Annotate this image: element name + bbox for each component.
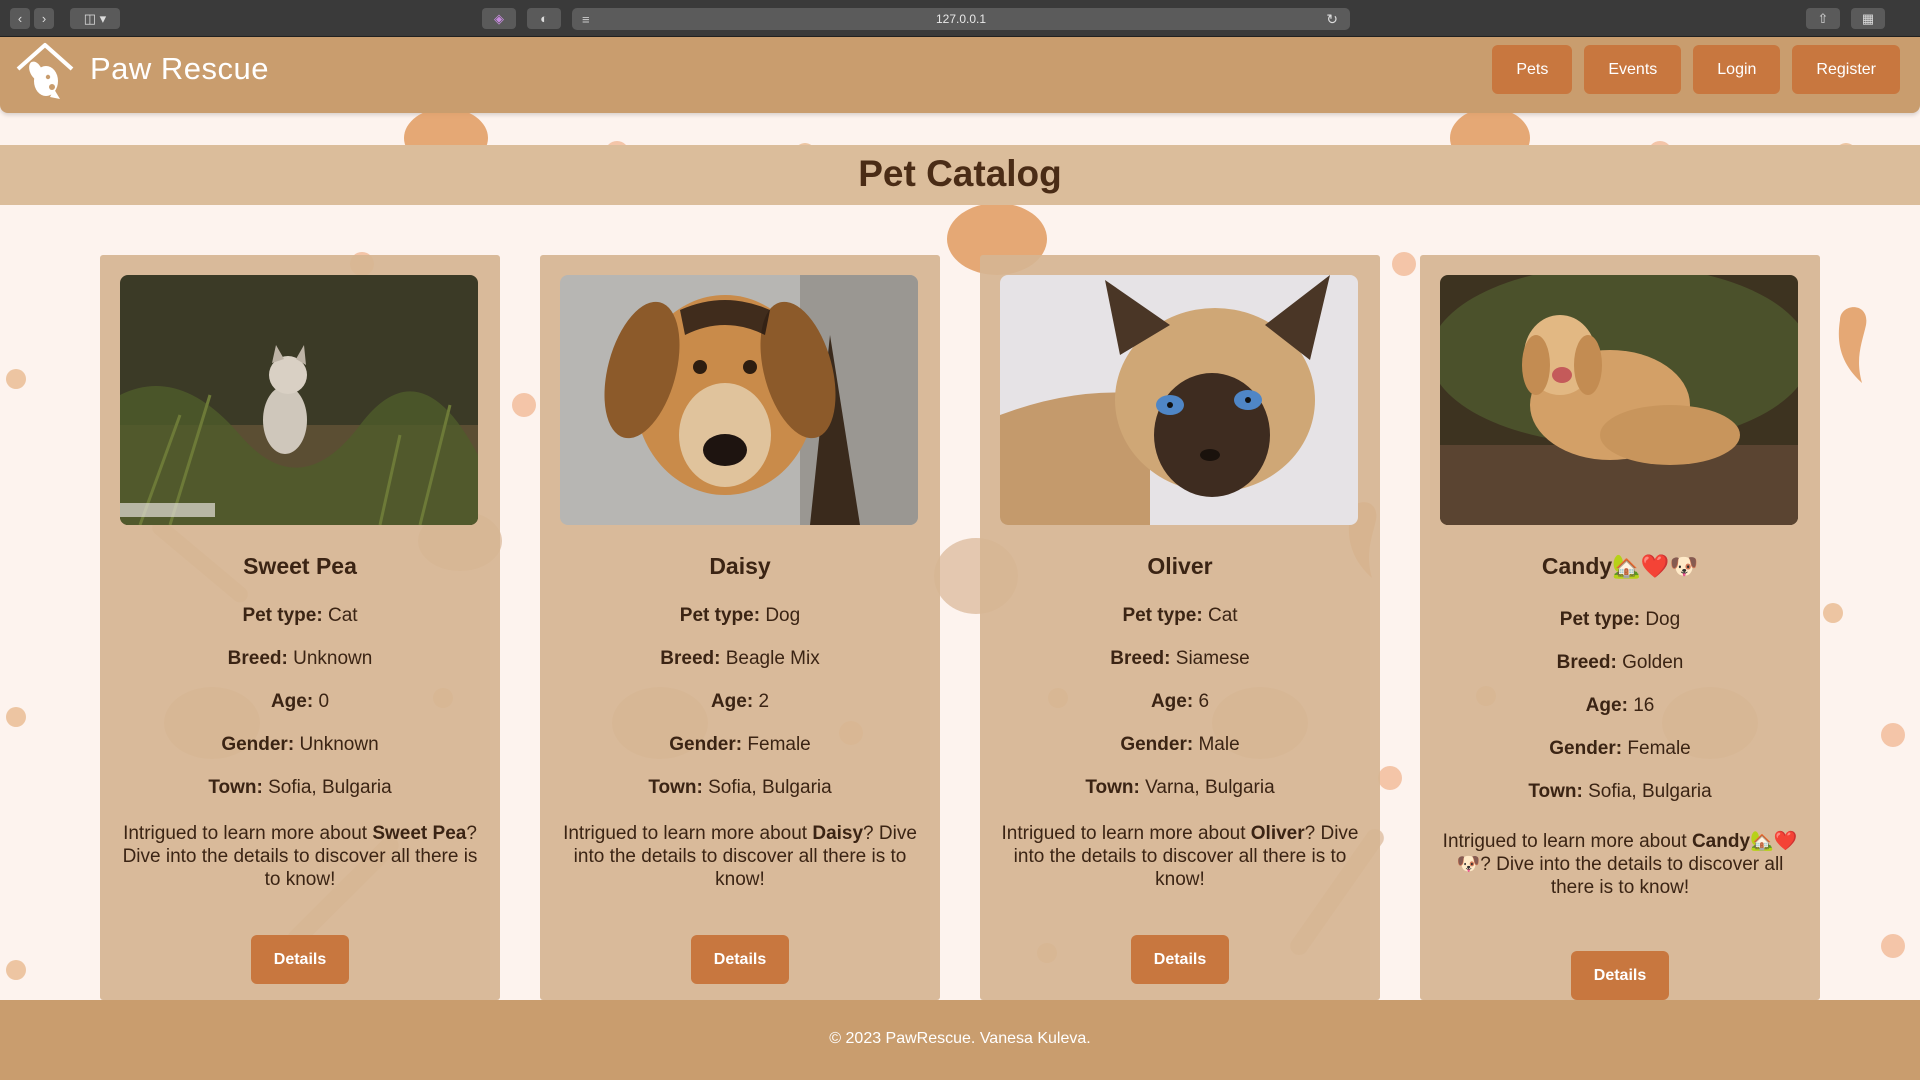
- share-icon[interactable]: ⇧: [1806, 8, 1840, 29]
- pet-age-line: Age: 16: [1585, 695, 1655, 716]
- pet-gender-line: Gender: Male: [1120, 734, 1240, 755]
- nav-register-button[interactable]: Register: [1792, 45, 1900, 94]
- pet-description: Intrigued to learn more about Daisy? Div…: [563, 823, 917, 890]
- site-header: Paw Rescue Pets Events Login Register: [0, 37, 1920, 113]
- main-nav: Pets Events Login Register: [1492, 45, 1900, 94]
- pet-age-line: Age: 6: [1150, 691, 1210, 712]
- tabs-overview-icon[interactable]: ▦: [1851, 8, 1885, 29]
- nav-events-button[interactable]: Events: [1584, 45, 1682, 94]
- pet-description: Intrigued to learn more about Sweet Pea?…: [122, 823, 478, 890]
- pet-age-line: Age: 0: [270, 691, 330, 712]
- pet-name: Sweet Pea: [243, 553, 357, 579]
- pet-town-line: Town: Sofia, Bulgaria: [648, 777, 832, 798]
- details-button[interactable]: Details: [251, 935, 349, 984]
- url-text: 127.0.0.1: [935, 12, 987, 26]
- pet-gender-line: Gender: Unknown: [221, 734, 379, 755]
- pet-breed-line: Breed: Beagle Mix: [660, 648, 820, 669]
- reader-icon[interactable]: ≡: [582, 12, 590, 27]
- pet-name: Daisy: [709, 553, 771, 579]
- pet-photo: [1000, 275, 1358, 525]
- pet-breed-line: Breed: Golden: [1556, 652, 1684, 673]
- address-bar[interactable]: ≡ 127.0.0.1 ↻: [572, 8, 1350, 30]
- pet-gender-line: Gender: Female: [669, 734, 811, 755]
- page-title: Pet Catalog: [858, 153, 1062, 194]
- details-button[interactable]: Details: [1571, 951, 1669, 1000]
- details-button[interactable]: Details: [691, 935, 789, 984]
- pet-breed-line: Breed: Unknown: [227, 648, 373, 669]
- nav-login-button[interactable]: Login: [1693, 45, 1781, 94]
- site-footer: © 2023 PawRescue. Vanesa Kuleva.: [0, 1000, 1920, 1080]
- pet-type-line: Pet type: Dog: [679, 605, 801, 626]
- footer-copyright: © 2023 PawRescue. Vanesa Kuleva.: [829, 1030, 1091, 1047]
- pet-card: Candy🏡❤️🐶 Pet type: Dog Breed: Golden Ag…: [1420, 255, 1820, 1000]
- title-band: Pet Catalog: [0, 145, 1920, 205]
- pet-description: Intrigued to learn more about Candy🏡❤️🐶?…: [1442, 831, 1798, 898]
- pet-town-line: Town: Sofia, Bulgaria: [208, 777, 392, 798]
- pet-name: Candy🏡❤️🐶: [1541, 553, 1699, 579]
- pet-breed-line: Breed: Siamese: [1110, 648, 1250, 669]
- pet-photo: [120, 275, 478, 525]
- pet-photo: [560, 275, 918, 525]
- back-icon[interactable]: ‹: [10, 8, 30, 29]
- forward-icon[interactable]: ›: [34, 8, 54, 29]
- sidebar-toggle-icon[interactable]: ◫ ▾: [70, 8, 120, 29]
- pet-age-line: Age: 2: [710, 691, 770, 712]
- nav-pets-button[interactable]: Pets: [1492, 45, 1573, 94]
- shield-icon[interactable]: ◈: [482, 8, 516, 29]
- brand-name[interactable]: Paw Rescue: [90, 51, 269, 87]
- pet-type-line: Pet type: Dog: [1559, 609, 1681, 630]
- pet-card: Oliver Pet type: Cat Breed: Siamese Age:…: [980, 255, 1380, 1000]
- pet-town-line: Town: Sofia, Bulgaria: [1528, 781, 1712, 802]
- pet-name: Oliver: [1147, 553, 1213, 579]
- paw-rescue-logo-icon[interactable]: [14, 41, 76, 103]
- browser-toolbar: ‹ › ◫ ▾ ◈ ◐ ≡ 127.0.0.1 ↻ ⇧ ▦: [0, 0, 1920, 37]
- privacy-icon[interactable]: ◐: [527, 8, 561, 29]
- pet-gender-line: Gender: Female: [1549, 738, 1691, 759]
- pet-card: Sweet Pea Pet type: Cat Breed: Unknown A…: [100, 255, 500, 1000]
- pet-description: Intrigued to learn more about Oliver? Di…: [1001, 823, 1359, 890]
- pet-town-line: Town: Varna, Bulgaria: [1085, 777, 1275, 798]
- reload-icon[interactable]: ↻: [1326, 11, 1338, 28]
- pet-photo: [1440, 275, 1798, 525]
- pet-type-line: Pet type: Cat: [1122, 605, 1238, 626]
- details-button[interactable]: Details: [1131, 935, 1229, 984]
- pet-card: Daisy Pet type: Dog Breed: Beagle Mix Ag…: [540, 255, 940, 1000]
- pet-type-line: Pet type: Cat: [242, 605, 358, 626]
